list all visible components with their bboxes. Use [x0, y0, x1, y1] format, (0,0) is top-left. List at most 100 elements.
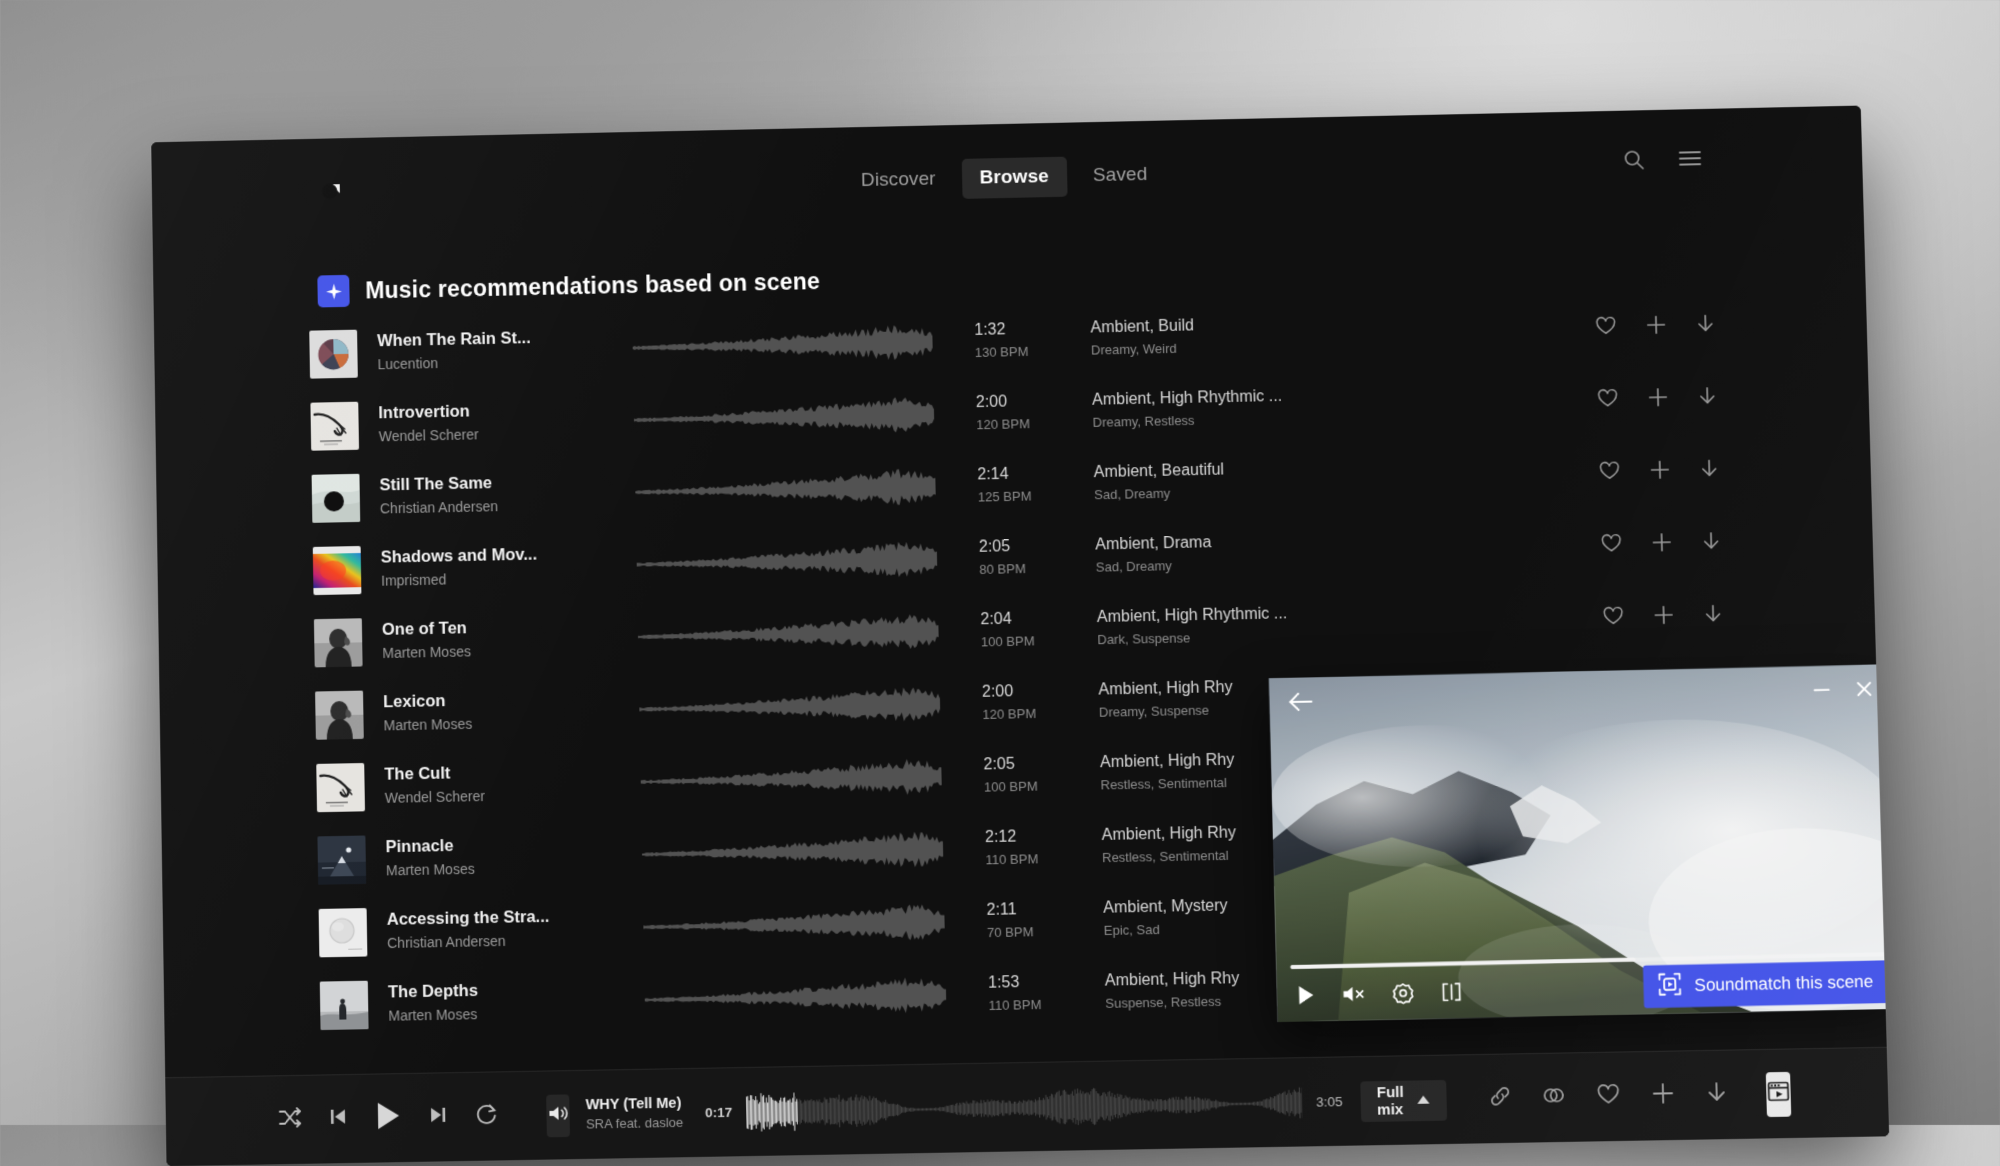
gear-icon[interactable]: [1392, 982, 1415, 1010]
nav-saved[interactable]: Saved: [1075, 155, 1166, 197]
track-waveform[interactable]: [634, 392, 935, 442]
album-art[interactable]: [309, 330, 358, 379]
similar-tracks-icon[interactable]: [1541, 1084, 1566, 1112]
download-icon[interactable]: [1695, 312, 1716, 340]
track-waveform[interactable]: [632, 320, 933, 370]
volume-button[interactable]: [546, 1094, 570, 1137]
track-bpm: 100 BPM: [984, 776, 1101, 797]
track-waveform[interactable]: [639, 681, 941, 731]
row-action-group: [1596, 385, 1718, 415]
track-artist: Wendel Scherer: [379, 423, 621, 447]
track-title: One of Ten: [382, 616, 624, 643]
link-icon[interactable]: [1488, 1085, 1511, 1113]
track-duration: 2:05: [983, 752, 1100, 776]
track-artist: Marten Moses: [382, 639, 624, 663]
plus-icon[interactable]: [1648, 458, 1671, 486]
track-mood: Dreamy, Weird: [1091, 335, 1392, 359]
like-icon[interactable]: [1602, 605, 1625, 631]
close-icon[interactable]: [1854, 679, 1875, 705]
track-duration-block: 1:32 130 BPM: [974, 318, 1091, 362]
player-waveform[interactable]: [746, 1079, 1303, 1135]
like-icon[interactable]: [1598, 460, 1621, 486]
track-duration: 2:12: [985, 825, 1102, 849]
track-meta: Lexicon Marten Moses: [383, 688, 626, 736]
track-title: Introvertion: [378, 399, 620, 426]
now-playing-artist: SRA feat. dasloe: [586, 1114, 692, 1134]
search-icon[interactable]: [1622, 148, 1645, 176]
heart-icon[interactable]: [1596, 1083, 1621, 1111]
like-icon[interactable]: [1594, 315, 1617, 341]
hamburger-menu-icon[interactable]: [1679, 149, 1702, 173]
track-title: The Depths: [388, 978, 631, 1004]
repeat-icon[interactable]: [474, 1102, 499, 1132]
album-art[interactable]: [313, 546, 362, 595]
track-duration-block: 2:05 80 BPM: [979, 535, 1096, 579]
track-duration-block: 1:53 110 BPM: [988, 971, 1106, 1015]
play-icon[interactable]: [1297, 985, 1316, 1011]
track-meta: Still The Same Christian Andersen: [379, 471, 621, 519]
previous-track-icon[interactable]: [328, 1106, 348, 1132]
mix-selector[interactable]: Full mix: [1360, 1079, 1447, 1121]
minimize-icon[interactable]: [1811, 680, 1832, 706]
nav-browse[interactable]: Browse: [961, 157, 1067, 199]
download-icon[interactable]: [1703, 602, 1724, 630]
download-icon[interactable]: [1699, 457, 1720, 485]
main-nav: Discover Browse Saved: [152, 140, 1863, 216]
play-icon[interactable]: [374, 1100, 403, 1136]
track-bpm: 80 BPM: [979, 558, 1096, 579]
elapsed-time: 0:17: [705, 1105, 732, 1121]
now-playing[interactable]: WHY (Tell Me) SRA feat. dasloe: [585, 1094, 691, 1134]
video-panel-button[interactable]: [1765, 1071, 1791, 1116]
track-meta: The Cult Wendel Scherer: [384, 761, 627, 809]
download-icon[interactable]: [1697, 385, 1718, 413]
track-duration-block: 2:00 120 BPM: [982, 680, 1099, 724]
track-genre: Ambient, Beautiful: [1093, 456, 1395, 484]
album-art[interactable]: [312, 474, 361, 523]
plus-icon[interactable]: [1647, 385, 1670, 413]
fit-to-screen-icon[interactable]: [1440, 981, 1463, 1009]
muted-volume-icon[interactable]: [1341, 984, 1366, 1010]
plus-icon[interactable]: [1652, 603, 1675, 631]
album-art[interactable]: [315, 691, 364, 740]
track-duration-block: 2:12 110 BPM: [985, 825, 1103, 869]
track-waveform[interactable]: [635, 464, 936, 514]
track-title: Still The Same: [379, 471, 621, 498]
download-icon[interactable]: [1701, 530, 1722, 558]
album-art[interactable]: [317, 835, 366, 884]
nav-discover[interactable]: Discover: [843, 159, 954, 201]
album-art[interactable]: [316, 763, 365, 812]
track-meta: Accessing the Stra... Christian Andersen: [387, 906, 630, 954]
track-bpm: 110 BPM: [988, 994, 1105, 1015]
video-controls: [1297, 981, 1463, 1012]
track-title: When The Rain St...: [377, 327, 619, 354]
track-waveform[interactable]: [638, 609, 939, 659]
plus-icon[interactable]: [1650, 531, 1673, 559]
album-art[interactable]: [310, 402, 359, 451]
track-waveform[interactable]: [643, 899, 945, 949]
album-art[interactable]: [319, 908, 368, 957]
album-art[interactable]: [320, 981, 369, 1030]
like-icon[interactable]: [1600, 533, 1623, 559]
track-waveform[interactable]: [644, 972, 946, 1022]
album-art[interactable]: [314, 618, 363, 667]
next-track-icon[interactable]: [428, 1105, 448, 1131]
track-title: The Cult: [384, 761, 626, 787]
track-bpm: 110 BPM: [985, 849, 1102, 870]
plus-icon[interactable]: [1650, 1081, 1675, 1111]
download-icon[interactable]: [1705, 1080, 1728, 1110]
soundmatch-button[interactable]: Soundmatch this scene: [1643, 960, 1889, 1008]
row-action-group: [1594, 312, 1715, 342]
track-artist: Marten Moses: [386, 857, 629, 881]
back-arrow-icon[interactable]: [1287, 691, 1314, 717]
track-waveform[interactable]: [640, 754, 942, 804]
shuffle-icon[interactable]: [278, 1106, 302, 1134]
video-preview-panel[interactable]: Soundmatch this scene: [1269, 664, 1890, 1022]
like-icon[interactable]: [1596, 388, 1619, 414]
plus-icon[interactable]: [1645, 313, 1668, 341]
track-waveform[interactable]: [642, 827, 944, 877]
page-title: Music recommendations based on scene: [365, 267, 820, 304]
track-meta: One of Ten Marten Moses: [382, 616, 625, 664]
track-waveform[interactable]: [636, 537, 937, 587]
row-action-group: [1602, 602, 1724, 632]
track-tags: Ambient, High Rhythmic ... Dark, Suspens…: [1097, 601, 1400, 649]
